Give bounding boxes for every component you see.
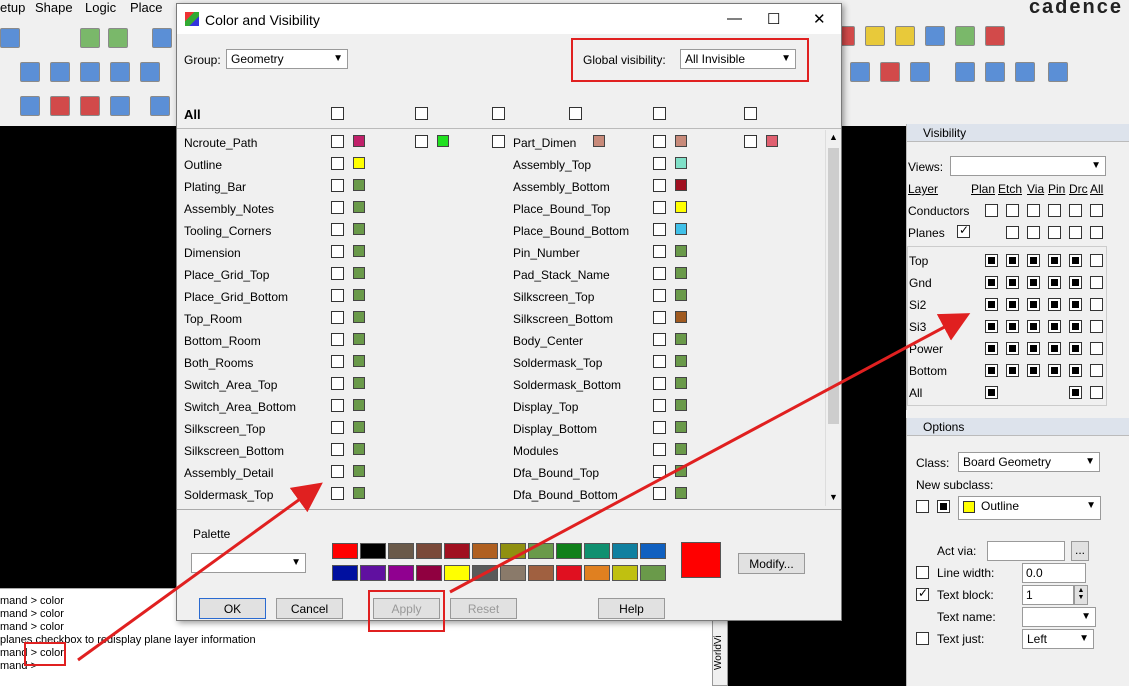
arrow-to-visibility (449, 313, 971, 594)
arrow-to-grid (77, 482, 323, 662)
annotation-arrows (77, 313, 971, 662)
